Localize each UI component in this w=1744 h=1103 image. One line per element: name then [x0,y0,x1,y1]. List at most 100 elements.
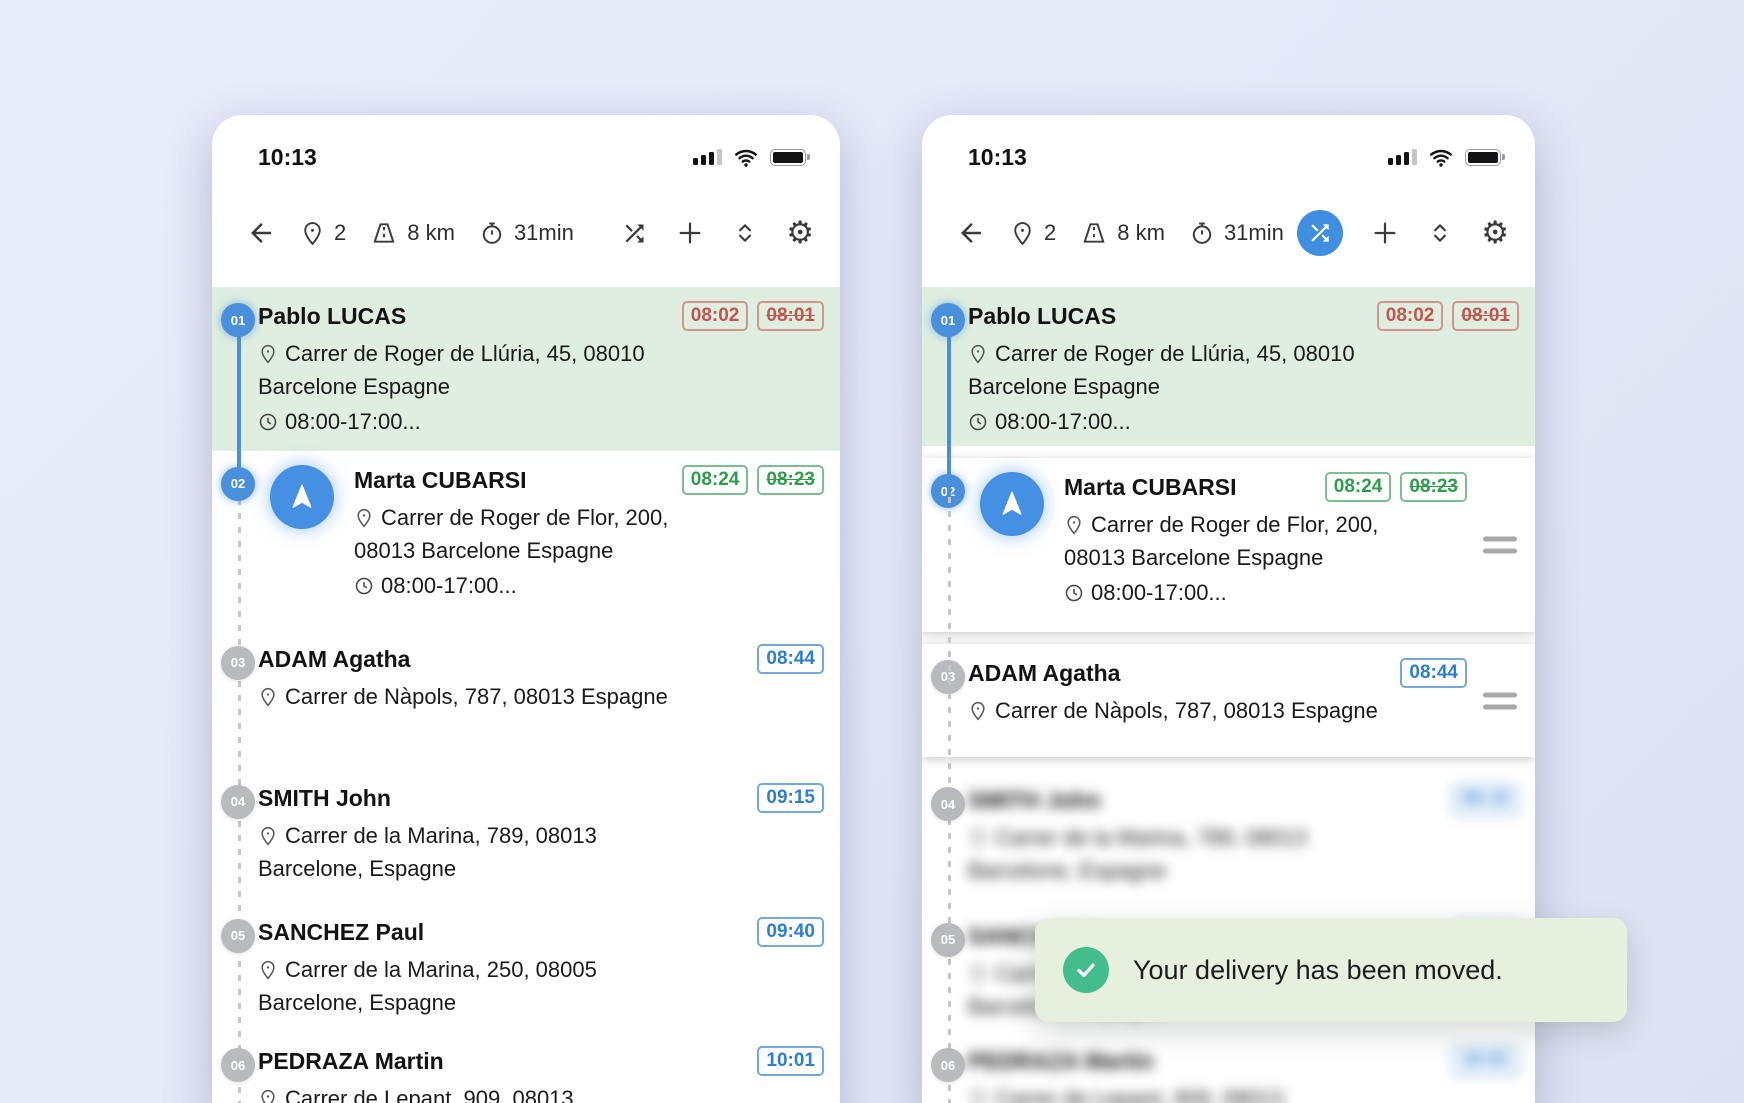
address-line: Carrer de Nàpols, 787, 08013 Espagne [258,680,688,713]
drag-handle[interactable] [1483,536,1517,553]
avatar-current-position [980,472,1044,536]
wifi-icon [733,146,759,168]
gear-icon: ⚙ [1481,218,1509,249]
address-line: Carrer de Roger de Flor, 200, 08013 Barc… [1064,508,1409,574]
stop-row-draggable[interactable]: 03 ADAM Agatha 08:44 Carrer de Nàpols, 7… [922,644,1535,758]
location-pin-small-icon [258,1089,278,1103]
stop-name: Pablo LUCAS [968,301,1116,332]
phone-1-frame: 10:13 2 [212,115,840,1103]
add-stop-button[interactable] [1371,219,1399,247]
cellular-signal-icon [1388,149,1417,165]
stop-row-draggable[interactable]: 02 Marta CUBARSI 08:24 08:23 Carrer de R… [922,458,1535,631]
distance-value: 8 km [407,220,455,246]
address-line: Carrer de la Marina, 789, 08013 Barcelon… [968,821,1398,887]
settings-button[interactable]: ⚙ [786,218,814,249]
location-pin-small-icon [258,826,278,846]
reorder-button[interactable] [732,220,758,246]
stop-name: Pablo LUCAS [258,301,406,332]
eta-badge: 09:40 [757,917,824,947]
settings-button[interactable]: ⚙ [1481,218,1509,249]
clock-time: 10:13 [258,144,317,171]
clock-icon [968,412,988,432]
stop-name: SMITH John [968,785,1101,816]
location-pin-small-icon [968,701,988,721]
address-line: Carrer de Roger de Llúria, 45, 08010 Bar… [258,337,688,403]
address-line: Carrer de Roger de Llúria, 45, 08010 Bar… [968,337,1398,403]
stop-row[interactable]: 03 ADAM Agatha 08:44 Carrer de Nàpols, 7… [212,630,840,769]
stop-row[interactable]: 06 PEDRAZA Martin 10:01 Carrer de Lepant… [212,1032,840,1103]
location-pin-small-icon [968,964,988,984]
address-line: Carrer de Roger de Flor, 200, 08013 Barc… [354,501,699,567]
stop-name: PEDRAZA Martin [258,1046,444,1077]
stop-row[interactable]: 01 Pablo LUCAS 08:02 08:01 Carrer de Rog… [922,287,1535,446]
eta-badge: 09:15 [757,783,824,813]
clock-time: 10:13 [968,144,1027,171]
distance-stat: 8 km [1080,220,1165,246]
drag-handle[interactable] [1483,692,1517,709]
hours-line: 08:00-17:00... [354,571,824,601]
battery-icon [770,149,806,166]
toast-message: Your delivery has been moved. [1133,955,1503,986]
clock-icon [1064,583,1084,603]
stop-row[interactable]: 04 SMITH John 09:15 Carrer de la Marina,… [212,769,840,903]
duration-value: 31min [1224,220,1284,246]
stop-row[interactable]: 04 SMITH John 09:15 Carrer de la Marina,… [922,771,1535,906]
hours-line: 08:00-17:00... [258,407,824,437]
status-bar: 10:13 [212,115,840,179]
stop-number-badge: 06 [931,1048,965,1082]
eta-badge: 08:24 [1325,472,1392,502]
location-pin-small-icon [258,687,278,707]
previous-eta-badge: 08:01 [1452,301,1519,331]
eta-badge: 08:44 [1400,658,1467,688]
eta-badge: 10:01 [757,1046,824,1076]
stop-row[interactable]: 05 SANCHEZ Paul 09:40 Carrer de la Marin… [212,903,840,1032]
shuffle-button-active[interactable] [1297,210,1343,256]
shuffle-button[interactable] [621,220,648,247]
address-line: Carrer de la Marina, 250, 08005 Barcelon… [258,953,688,1019]
eta-badge: 10:01 [1452,1046,1519,1076]
toast-notification: Your delivery has been moved. [1035,918,1627,1022]
back-button[interactable] [956,218,986,248]
address-line: Carrer de Lepant, 909, 08013 [258,1082,688,1103]
duration-stat: 31min [479,220,574,246]
stop-row[interactable]: 06 PEDRAZA Martin 10:01 Carrer de Lepant… [922,1032,1535,1103]
stops-stat: 2 [1010,220,1056,246]
navigation-arrow-icon [996,488,1028,520]
address-line: Carrer de Lepant, 909, 08013 [968,1082,1398,1103]
eta-badge: 08:02 [682,301,749,331]
stop-number-badge: 05 [221,919,255,953]
distance-value: 8 km [1117,220,1165,246]
location-pin-small-icon [354,508,374,528]
duration-value: 31min [514,220,574,246]
stop-number-badge: 02 [221,467,255,501]
location-pin-small-icon [968,1089,988,1103]
stops-count: 2 [334,220,346,246]
route-toolbar: 2 8 km 31min [922,179,1535,287]
stopwatch-icon [479,220,505,246]
check-icon [1063,947,1109,993]
add-stop-button[interactable] [676,219,704,247]
timeline-solid [947,320,951,497]
previous-eta-badge: 08:23 [1400,472,1467,502]
location-pin-icon [1010,221,1035,246]
back-button[interactable] [246,218,276,248]
stopwatch-icon [1189,220,1215,246]
road-icon [370,220,398,246]
clock-icon [354,576,374,596]
stops-stat: 2 [300,220,346,246]
reorder-button[interactable] [1427,220,1453,246]
distance-stat: 8 km [370,220,455,246]
route-toolbar: 2 8 km 31min [212,179,840,287]
location-pin-small-icon [258,344,278,364]
hours-line: 08:00-17:00... [968,407,1519,437]
location-pin-small-icon [1064,515,1084,535]
location-pin-icon [300,221,325,246]
stop-row[interactable]: 01 Pablo LUCAS 08:02 08:01 Carrer de Rog… [212,287,840,451]
clock-icon [258,412,278,432]
gear-icon: ⚙ [786,218,814,249]
address-line: Carrer de la Marina, 789, 08013 Barcelon… [258,819,688,885]
avatar-current-position [270,465,334,529]
cellular-signal-icon [693,149,722,165]
stop-row[interactable]: 02 Marta CUBARSI 08:24 08:23 Carrer de R… [212,451,840,630]
eta-badge: 08:24 [682,465,749,495]
